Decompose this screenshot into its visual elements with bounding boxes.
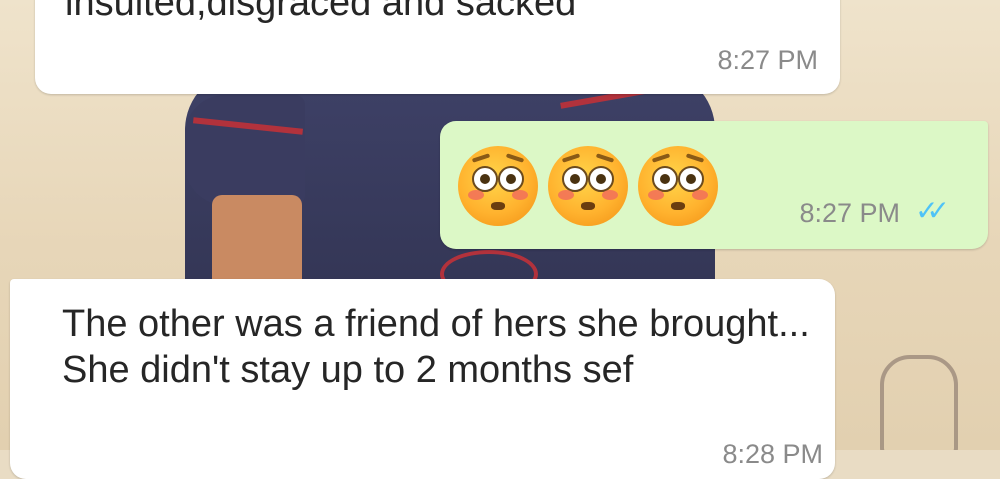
flushed-face-emoji-icon — [458, 146, 538, 226]
message-text: insulted,disgraced and sacked — [65, 0, 577, 24]
message-text: The other was a friend of hers she broug… — [62, 303, 810, 391]
flushed-face-emoji-icon — [638, 146, 718, 226]
incoming-message-bubble[interactable]: The other was a friend of hers she broug… — [10, 279, 835, 479]
message-timestamp: 8:27 PM — [799, 198, 900, 228]
double-check-read-icon: ✓✓ — [915, 194, 950, 227]
flushed-face-emoji-icon — [548, 146, 628, 226]
incoming-message-bubble[interactable]: insulted,disgraced and sacked 8:27 PM — [35, 0, 840, 94]
wallpaper-doodle — [880, 355, 958, 450]
wallpaper-photo-sleeve — [185, 95, 305, 205]
outgoing-message-bubble[interactable]: 8:27 PM ✓✓ — [440, 121, 988, 249]
emoji-row — [458, 146, 718, 226]
message-timestamp: 8:28 PM — [722, 439, 823, 469]
message-timestamp: 8:27 PM — [717, 45, 818, 75]
